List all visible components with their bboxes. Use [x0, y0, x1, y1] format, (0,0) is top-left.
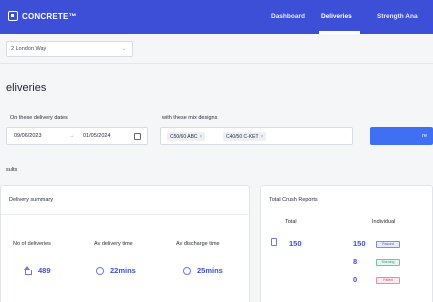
discharge-time-value: 25mins	[197, 266, 223, 275]
date-range-picker[interactable]: 09/06/2023 → 01/05/2024	[6, 127, 148, 145]
top-navigation-bar: CONCRETE™ Dashboard Deliveries Strength …	[0, 0, 433, 34]
header-divider	[0, 63, 433, 64]
mix-chip[interactable]: C50/60 ABC ×	[167, 132, 206, 141]
crush-reports-card: Total Crush Reports Total Individual 150…	[260, 185, 433, 302]
delivery-time: 22mins	[96, 266, 136, 275]
mix-chip-label: C50/60 ABC	[170, 134, 198, 140]
close-icon[interactable]: ×	[261, 134, 264, 140]
location-select[interactable]: 2 London Way ⌄	[6, 41, 133, 57]
calendar-icon[interactable]	[134, 133, 141, 140]
results-label: sults	[6, 167, 18, 173]
deliveries-count-value: 489	[38, 266, 51, 275]
page-title: eliveries	[6, 82, 47, 94]
deliveries-count-label: No of deliveries	[13, 241, 51, 247]
search-button[interactable]: re	[370, 127, 433, 145]
total-column-label: Total	[285, 219, 297, 225]
clock-icon	[96, 266, 104, 275]
failed-badge: Failed	[376, 277, 400, 284]
delivery-dates-label: On these delivery dates	[10, 115, 68, 121]
passed-badge: Passed	[376, 241, 400, 248]
clock-icon	[183, 266, 191, 275]
house-icon	[23, 266, 32, 275]
card-divider	[1, 214, 249, 215]
chevron-down-icon: ⌄	[121, 46, 126, 52]
warning-badge: Warning	[376, 259, 400, 266]
nav-item-deliveries[interactable]: Deliveries	[321, 13, 352, 20]
mix-chip-label: C40/50 C-KET	[226, 134, 259, 140]
deliveries-count: 489	[23, 266, 51, 275]
nav-item-strength-analysis[interactable]: Strength Ana	[377, 13, 418, 20]
discharge-time-label: Av discharge time	[176, 241, 220, 247]
card-title: Total Crush Reports	[269, 197, 318, 203]
brand[interactable]: CONCRETE™	[8, 11, 77, 21]
close-icon[interactable]: ×	[200, 134, 203, 140]
mix-design-select[interactable]: C50/60 ABC × C40/50 C-KET ×	[160, 127, 353, 145]
date-to: 01/05/2024	[83, 133, 111, 139]
search-button-label: re	[422, 133, 427, 139]
card-title: Delivery summary	[9, 197, 54, 203]
individual-column-label: Individual	[372, 219, 396, 225]
warning-count: 8	[353, 257, 358, 266]
active-tab-indicator	[319, 31, 360, 34]
total-crush-value: 150	[289, 239, 302, 248]
logo-icon	[8, 11, 18, 21]
mix-chip[interactable]: C40/50 C-KET ×	[223, 132, 267, 141]
discharge-time: 25mins	[183, 266, 223, 275]
failed-count: 0	[353, 275, 358, 284]
date-from: 09/06/2023	[14, 133, 42, 139]
brand-name: CONCRETE™	[22, 11, 77, 21]
document-icon	[271, 238, 277, 246]
location-value: 2 London Way	[11, 46, 47, 52]
nav-item-dashboard[interactable]: Dashboard	[271, 13, 305, 20]
date-separator: →	[69, 133, 75, 139]
passed-count: 150	[353, 239, 366, 248]
delivery-time-value: 22mins	[110, 266, 136, 275]
delivery-summary-card: Delivery summary No of deliveries Av del…	[0, 185, 250, 302]
delivery-time-label: Av delivery time	[94, 241, 133, 247]
mix-designs-label: with these mix designs	[162, 115, 218, 121]
